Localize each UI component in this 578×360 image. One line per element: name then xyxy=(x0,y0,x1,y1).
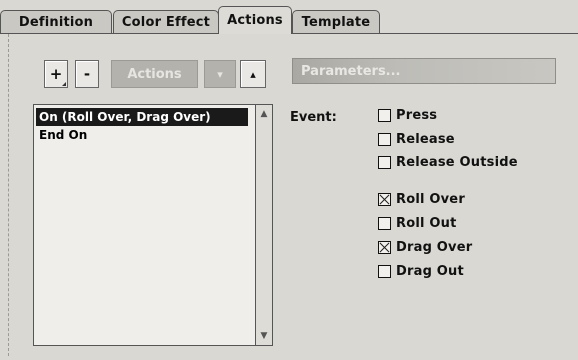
tab-template[interactable]: Template xyxy=(292,10,380,33)
remove-action-button[interactable]: - xyxy=(75,60,99,88)
checkbox-press[interactable] xyxy=(378,108,391,122)
event-drag-over[interactable]: Drag Over xyxy=(378,238,472,256)
event-release-outside[interactable]: Release Outside xyxy=(378,153,518,171)
parameters-field[interactable]: Parameters... xyxy=(292,58,556,84)
checkbox-label: Roll Over xyxy=(396,191,465,207)
checkbox-drag-over[interactable] xyxy=(378,240,391,254)
add-action-button[interactable]: + xyxy=(44,60,68,88)
tab-color-effect[interactable]: Color Effect xyxy=(113,10,219,33)
event-roll-over[interactable]: Roll Over xyxy=(378,190,465,208)
tab-actions[interactable]: Actions xyxy=(218,6,292,34)
list-item[interactable]: On (Roll Over, Drag Over) xyxy=(36,108,248,126)
checkbox-release-outside[interactable] xyxy=(378,155,391,169)
event-press[interactable]: Press xyxy=(378,106,437,124)
checkbox-drag-out[interactable] xyxy=(378,264,391,278)
checkbox-label: Roll Out xyxy=(396,215,457,231)
scroll-up-icon[interactable]: ▲ xyxy=(256,106,272,122)
checkbox-label: Drag Over xyxy=(396,239,473,255)
checkbox-release[interactable] xyxy=(378,132,391,146)
checkbox-roll-over[interactable] xyxy=(378,192,391,206)
move-up-button[interactable]: ▴ xyxy=(240,60,266,88)
minus-icon: - xyxy=(83,65,91,83)
event-release[interactable]: Release xyxy=(378,130,455,148)
arrow-up-icon: ▴ xyxy=(250,67,256,81)
event-label: Event: xyxy=(290,110,337,125)
checkbox-label: Release xyxy=(396,131,455,147)
event-roll-out[interactable]: Roll Out xyxy=(378,214,457,232)
action-list[interactable]: On (Roll Over, Drag Over) End On ▲ ▼ xyxy=(33,104,273,346)
list-scrollbar[interactable]: ▲ ▼ xyxy=(255,105,272,345)
event-drag-out[interactable]: Drag Out xyxy=(378,262,464,280)
checkbox-roll-out[interactable] xyxy=(378,216,391,230)
checkbox-label: Press xyxy=(396,107,438,123)
popup-indicator-icon xyxy=(62,82,66,86)
checkbox-label: Drag Out xyxy=(396,263,464,279)
actions-popup[interactable]: Actions xyxy=(111,60,198,88)
plus-icon: + xyxy=(49,65,63,83)
arrow-down-icon: ▾ xyxy=(217,67,223,81)
tab-bar: Definition Color Effect Actions Template xyxy=(0,6,578,34)
move-down-button[interactable]: ▾ xyxy=(204,60,236,88)
checkbox-label: Release Outside xyxy=(396,154,518,170)
tab-definition[interactable]: Definition xyxy=(0,10,112,33)
list-item[interactable]: End On xyxy=(36,126,248,144)
scroll-down-icon[interactable]: ▼ xyxy=(256,328,272,344)
